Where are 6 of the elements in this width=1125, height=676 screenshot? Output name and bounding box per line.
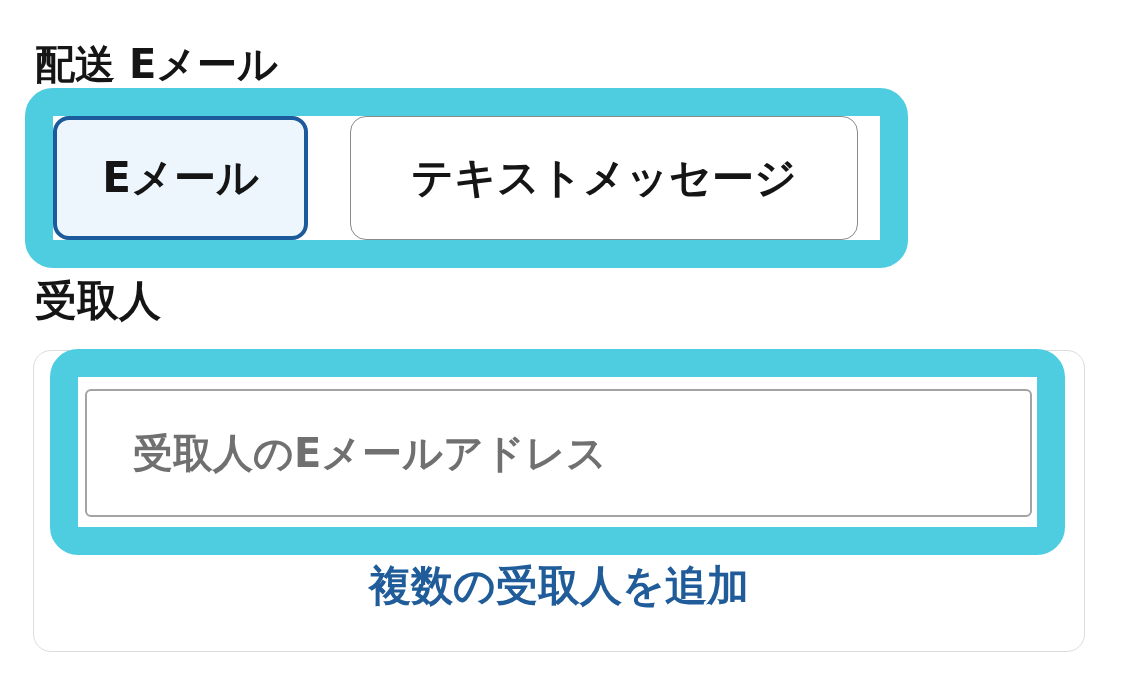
recipients-label: 受取人 (35, 276, 161, 326)
delivery-option-button[interactable]: Eメール (53, 116, 308, 240)
add-recipients-link[interactable]: 複数の受取人を追加 (369, 561, 749, 611)
recipient-email-input[interactable]: 受取人のEメールアドレス (85, 389, 1032, 517)
delivery-label: 配送 Eメール (35, 40, 279, 88)
delivery-option-button[interactable]: テキストメッセージ (350, 116, 858, 240)
